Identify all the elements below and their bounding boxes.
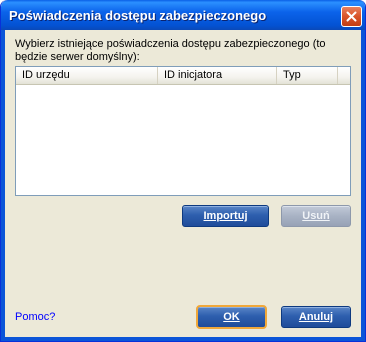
close-icon	[346, 11, 357, 22]
window-title: Poświadczenia dostępu zabezpieczonego	[9, 8, 267, 23]
column-header-filler	[338, 67, 350, 84]
remove-button[interactable]: Usuń	[281, 205, 351, 227]
column-header-initiator-id[interactable]: ID inicjatora	[158, 67, 277, 84]
ok-button[interactable]: OK	[196, 305, 267, 329]
import-button[interactable]: Importuj	[182, 205, 269, 227]
help-link[interactable]: Pomoc?	[15, 311, 55, 323]
instruction-text: Wybierz istniejące poświadczenia dostępu…	[15, 38, 326, 63]
dialog-window: Poświadczenia dostępu zabezpieczonego Wy…	[0, 0, 366, 342]
window-frame-bottom	[1, 337, 365, 341]
window-frame-left	[1, 30, 5, 341]
cancel-button[interactable]: Anuluj	[281, 306, 351, 328]
window-frame-right	[361, 30, 365, 341]
column-header-type[interactable]: Typ	[277, 67, 338, 84]
credentials-list[interactable]: ID urzędu ID inicjatora Typ	[15, 66, 351, 196]
column-header-authority-id[interactable]: ID urzędu	[16, 67, 158, 84]
close-button[interactable]	[341, 6, 362, 27]
list-header: ID urzędu ID inicjatora Typ	[16, 67, 350, 85]
title-bar[interactable]: Poświadczenia dostępu zabezpieczonego	[1, 0, 365, 30]
